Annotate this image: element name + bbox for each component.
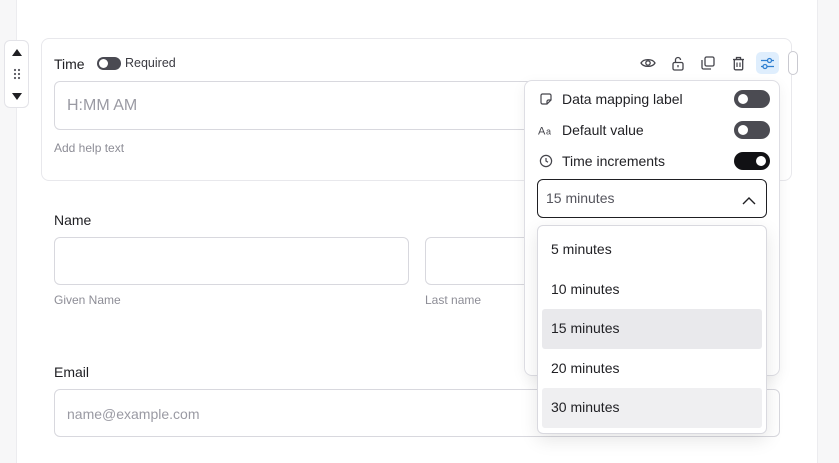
svg-text:A: A: [538, 126, 546, 137]
time-help-text[interactable]: Add help text: [54, 141, 124, 155]
time-increment-menu: 5 minutes 10 minutes 15 minutes 20 minut…: [537, 225, 767, 434]
move-down-icon[interactable]: [10, 89, 24, 103]
duplicate-icon[interactable]: [698, 53, 718, 73]
card-scroll-handle[interactable]: [788, 51, 798, 75]
email-input-placeholder: name@example.com: [67, 406, 200, 422]
time-field-label: Time: [54, 56, 85, 72]
menu-option-10-minutes[interactable]: 10 minutes: [542, 270, 762, 310]
time-increment-selected-value: 15 minutes: [546, 190, 615, 206]
chevron-up-icon: [742, 192, 756, 210]
menu-option-5-minutes[interactable]: 5 minutes: [542, 230, 762, 270]
option-time-increments: Time increments: [538, 151, 770, 171]
svg-text:a: a: [546, 127, 551, 137]
reorder-controls: [4, 40, 29, 108]
time-input-placeholder: H:MM AM: [67, 97, 138, 114]
given-name-input[interactable]: [54, 237, 409, 285]
menu-option-15-minutes[interactable]: 15 minutes: [542, 309, 762, 349]
option-default-value: Aa Default value: [538, 120, 770, 140]
given-name-helper: Given Name: [54, 293, 121, 307]
time-increment-select[interactable]: 15 minutes: [537, 179, 767, 218]
text-aa-icon: Aa: [538, 122, 554, 138]
trash-icon[interactable]: [728, 53, 748, 73]
default-value-switch[interactable]: [734, 121, 770, 139]
clock-icon: [538, 153, 554, 169]
option-label: Time increments: [562, 153, 665, 169]
unlock-icon[interactable]: [668, 53, 688, 73]
email-field-label: Email: [54, 364, 90, 380]
menu-option-20-minutes[interactable]: 20 minutes: [542, 349, 762, 389]
option-label: Data mapping label: [562, 91, 683, 107]
time-increments-switch[interactable]: [734, 152, 770, 170]
eye-icon[interactable]: [638, 53, 658, 73]
required-toggle[interactable]: [97, 57, 121, 70]
required-label: Required: [125, 56, 176, 70]
move-up-icon[interactable]: [10, 45, 24, 59]
option-label: Default value: [562, 122, 644, 138]
last-name-input[interactable]: [425, 237, 535, 285]
settings-sliders-icon[interactable]: [756, 52, 779, 74]
tag-icon: [538, 91, 554, 107]
time-input[interactable]: H:MM AM: [54, 81, 534, 130]
drag-handle-icon[interactable]: [10, 67, 24, 81]
menu-option-30-minutes[interactable]: 30 minutes: [542, 388, 762, 428]
data-mapping-label-switch[interactable]: [734, 90, 770, 108]
last-name-helper: Last name: [425, 293, 482, 307]
option-data-mapping-label: Data mapping label: [538, 89, 770, 109]
name-field-label: Name: [54, 212, 92, 228]
